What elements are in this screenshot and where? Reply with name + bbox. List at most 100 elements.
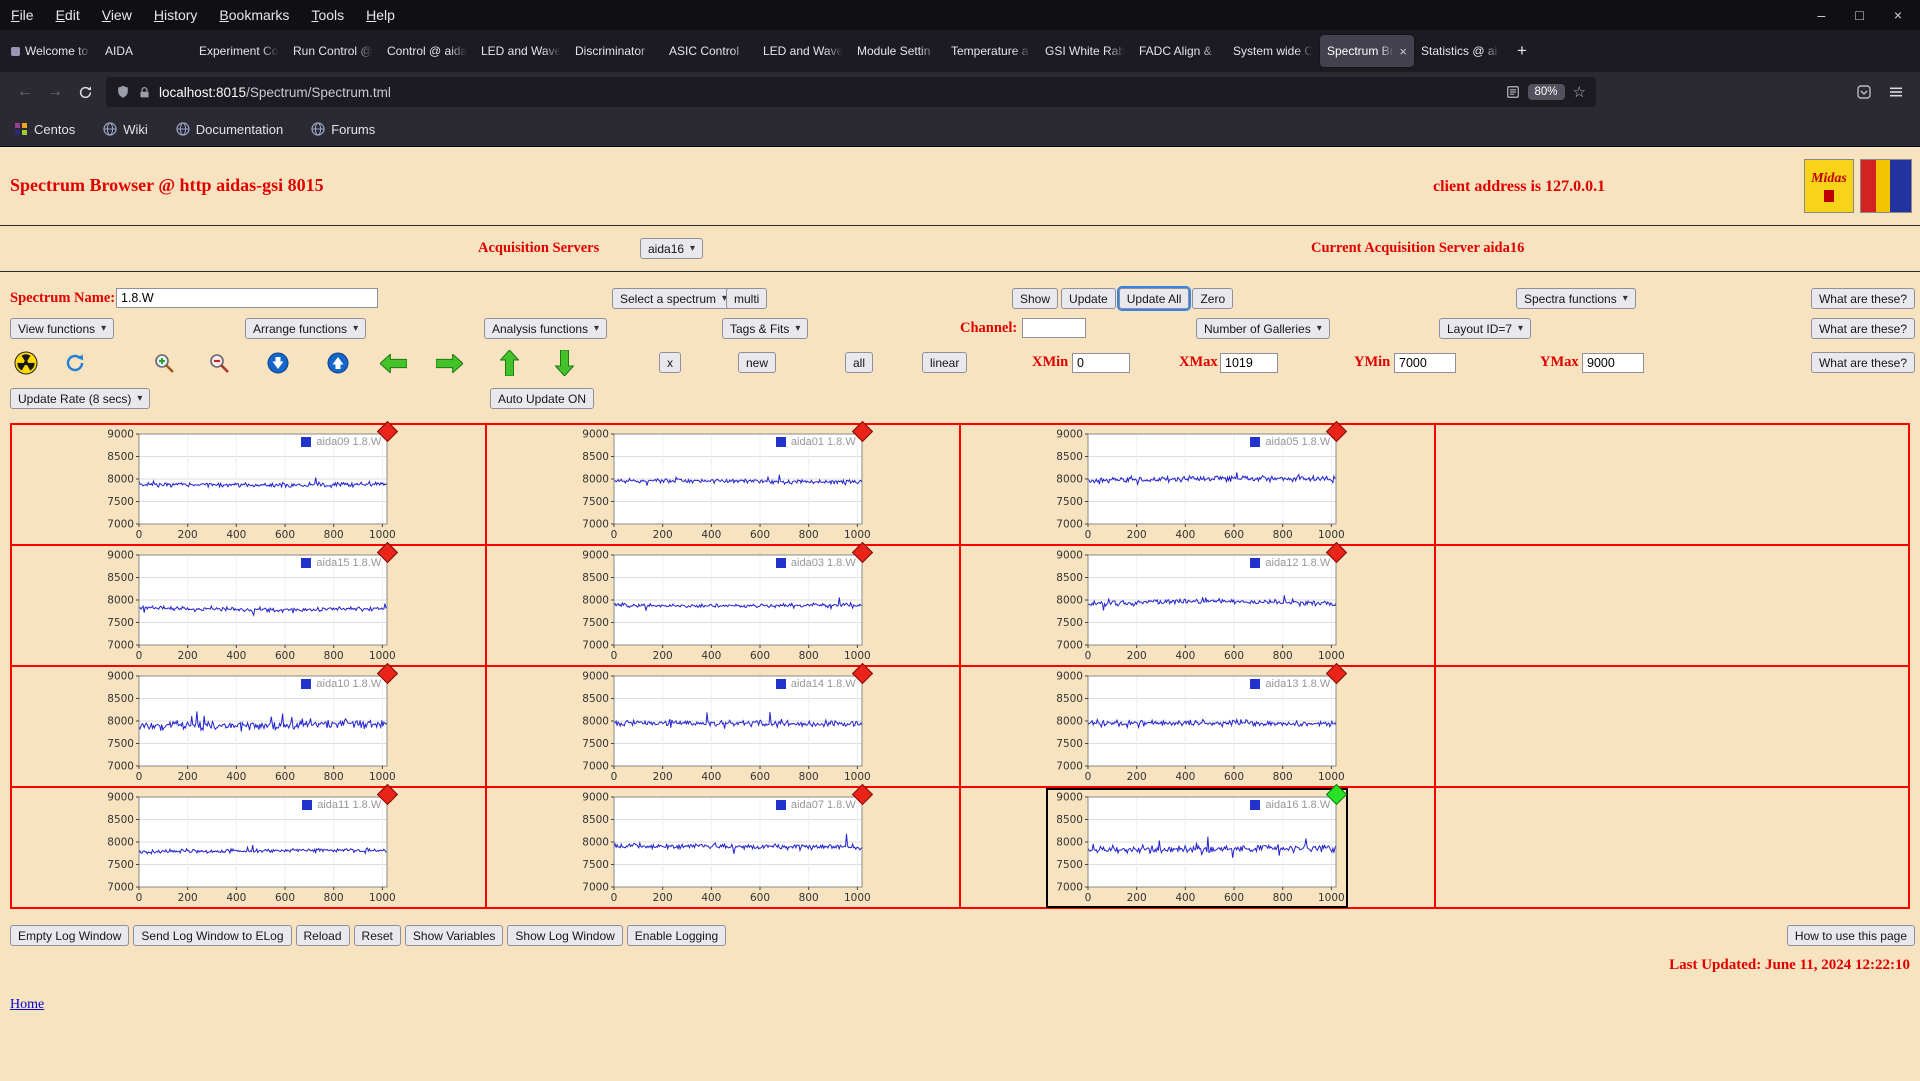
- menu-file[interactable]: File: [0, 3, 45, 27]
- bookmark-documentation[interactable]: Documentation: [176, 122, 283, 137]
- update-button[interactable]: Update: [1061, 288, 1116, 309]
- update-rate-dropdown[interactable]: Update Rate (8 secs) ▾: [10, 388, 151, 409]
- tab-statistics-ai[interactable]: Statistics @ ai: [1414, 35, 1508, 67]
- analysis-functions-dropdown[interactable]: Analysis functions ▾: [484, 318, 608, 339]
- bookmark-wiki[interactable]: Wiki: [103, 122, 148, 137]
- zoom-in-magnifier-icon[interactable]: [151, 350, 177, 376]
- bookmark-star-icon[interactable]: ☆: [1573, 83, 1586, 101]
- lock-icon[interactable]: [138, 86, 151, 99]
- hamburger-menu-icon[interactable]: [1888, 84, 1904, 100]
- tab-module-settin[interactable]: Module Settin: [850, 35, 944, 67]
- layout-id-dropdown[interactable]: Layout ID=7 ▾: [1439, 318, 1532, 339]
- spectrum-chart-aida13[interactable]: 7000 7500 8000 8500 9000 0 200 400 600 800 1000 aid…: [1048, 662, 1348, 785]
- menu-history[interactable]: History: [143, 3, 209, 27]
- tab-welcome-to-c[interactable]: Welcome to C: [4, 35, 98, 67]
- menu-view[interactable]: View: [91, 3, 143, 27]
- tab-aida[interactable]: AIDA: [98, 35, 192, 67]
- refresh-icon[interactable]: [62, 350, 88, 376]
- spectrum-chart-aida03[interactable]: 7000 7500 8000 8500 9000 0 200 400 600 800 1000 aid…: [574, 541, 873, 664]
- ymin-input[interactable]: [1394, 353, 1456, 373]
- acquisition-server-select[interactable]: aida16 ▾: [640, 238, 704, 259]
- arrange-functions-dropdown[interactable]: Arrange functions ▾: [245, 318, 367, 339]
- bookmark-forums[interactable]: Forums: [311, 122, 375, 137]
- circle-arrow-down-icon[interactable]: [265, 350, 291, 376]
- spectrum-chart-aida07[interactable]: 7000 7500 8000 8500 9000 0 200 400 600 800 1000 aid…: [574, 783, 873, 906]
- enable-logging-button[interactable]: Enable Logging: [626, 925, 727, 946]
- zero-button[interactable]: Zero: [1192, 288, 1234, 309]
- spectrum-cell-aida16[interactable]: 7000 7500 8000 8500 9000 0 200 400 600 800 1000 aid…: [960, 783, 1435, 908]
- spectrum-chart-aida12[interactable]: 7000 7500 8000 8500 9000 0 200 400 600 800 1000 aid…: [1048, 541, 1348, 664]
- how-to-use-button[interactable]: How to use this page: [1786, 925, 1915, 946]
- what-are-these-button-2[interactable]: What are these?: [1810, 318, 1915, 339]
- spectrum-chart-aida15[interactable]: 7000 7500 8000 8500 9000 0 200 400 600 800 1000 aid…: [99, 541, 399, 664]
- spectrum-cell-aida01[interactable]: 7000 7500 8000 8500 9000 0 200 400 600 800 1000 aid…: [485, 420, 960, 545]
- new-button[interactable]: new: [738, 352, 777, 373]
- tab-experiment-co[interactable]: Experiment Co: [192, 35, 286, 67]
- new-tab-button[interactable]: +: [1508, 37, 1536, 65]
- show-log-window-button[interactable]: Show Log Window: [507, 925, 623, 946]
- tab-run-control[interactable]: Run Control @: [286, 35, 380, 67]
- spectrum-chart-aida05[interactable]: 7000 7500 8000 8500 9000 0 200 400 600 800 1000 aid…: [1048, 420, 1348, 543]
- auto-update-button[interactable]: Auto Update ON: [490, 388, 595, 409]
- shield-icon[interactable]: [116, 85, 130, 99]
- update-all-button[interactable]: Update All: [1116, 286, 1192, 311]
- channel-input[interactable]: [1022, 318, 1086, 338]
- spectra-functions-dropdown[interactable]: Spectra functions ▾: [1516, 288, 1636, 309]
- radiation-icon[interactable]: [13, 350, 39, 376]
- circle-arrow-up-icon[interactable]: [325, 350, 351, 376]
- pan-down-arrow-icon[interactable]: [551, 350, 577, 376]
- show-variables-button[interactable]: Show Variables: [404, 925, 504, 946]
- spectrum-chart-aida10[interactable]: 7000 7500 8000 8500 9000 0 200 400 600 800 1000 aid…: [99, 662, 399, 785]
- reader-mode-icon[interactable]: [1506, 85, 1520, 99]
- tags-fits-dropdown[interactable]: Tags & Fits ▾: [722, 318, 809, 339]
- menu-help[interactable]: Help: [355, 3, 406, 27]
- all-button[interactable]: all: [845, 352, 874, 373]
- ymax-input[interactable]: [1582, 353, 1644, 373]
- tab-gsi-white-rab[interactable]: GSI White Rab: [1038, 35, 1132, 67]
- window-minimize-button[interactable]: –: [1818, 7, 1826, 23]
- back-button[interactable]: ←: [10, 78, 40, 106]
- spectrum-cell-aida09[interactable]: 7000 7500 8000 8500 9000 0 200 400 600 800 1000 aid…: [11, 420, 486, 545]
- reload-button[interactable]: Reload: [295, 925, 350, 946]
- window-maximize-button[interactable]: □: [1855, 7, 1863, 23]
- spectrum-cell-aida10[interactable]: 7000 7500 8000 8500 9000 0 200 400 600 800 1000 aid…: [11, 662, 486, 787]
- tab-temperature-a[interactable]: Temperature a: [944, 35, 1038, 67]
- pan-left-arrow-icon[interactable]: [378, 350, 408, 376]
- xmin-input[interactable]: [1072, 353, 1130, 373]
- x-button[interactable]: x: [659, 352, 681, 373]
- tab-discriminator[interactable]: Discriminator: [568, 35, 662, 67]
- tab-close-icon[interactable]: ×: [1399, 44, 1407, 59]
- window-close-button[interactable]: ×: [1894, 7, 1902, 23]
- midas-logo[interactable]: Midas: [1804, 159, 1854, 213]
- home-link[interactable]: Home: [10, 997, 44, 1013]
- menu-bookmarks[interactable]: Bookmarks: [208, 3, 300, 27]
- empty-log-window-button[interactable]: Empty Log Window: [10, 925, 130, 946]
- spectrum-chart-aida11[interactable]: 7000 7500 8000 8500 9000 0 200 400 600 800 1000 aid…: [99, 783, 399, 906]
- spectrum-cell-aida05[interactable]: 7000 7500 8000 8500 9000 0 200 400 600 800 1000 aid…: [960, 420, 1435, 545]
- spectrum-cell-aida12[interactable]: 7000 7500 8000 8500 9000 0 200 400 600 800 1000 aid…: [960, 541, 1435, 666]
- tab-led-and-wave[interactable]: LED and Wave: [474, 35, 568, 67]
- spectrum-name-input[interactable]: [116, 288, 378, 308]
- spectrum-cell-aida07[interactable]: 7000 7500 8000 8500 9000 0 200 400 600 800 1000 aid…: [485, 783, 960, 908]
- select-spectrum-dropdown[interactable]: Select a spectrum ▾: [612, 288, 736, 309]
- spectrum-chart-aida16[interactable]: 7000 7500 8000 8500 9000 0 200 400 600 800 1000 aid…: [1046, 783, 1349, 908]
- show-button[interactable]: Show: [1012, 288, 1059, 309]
- tab-system-wide-c[interactable]: System wide C: [1226, 35, 1320, 67]
- what-are-these-button-3[interactable]: What are these?: [1810, 352, 1915, 373]
- send-log-window-to-elog-button[interactable]: Send Log Window to ELog: [133, 925, 292, 946]
- spectrum-chart-aida14[interactable]: 7000 7500 8000 8500 9000 0 200 400 600 800 1000 aid…: [574, 662, 873, 785]
- spectrum-cell-aida14[interactable]: 7000 7500 8000 8500 9000 0 200 400 600 800 1000 aid…: [485, 662, 960, 787]
- menu-edit[interactable]: Edit: [45, 3, 91, 27]
- spectrum-chart-aida09[interactable]: 7000 7500 8000 8500 9000 0 200 400 600 800 1000 aid…: [99, 420, 399, 543]
- menu-tools[interactable]: Tools: [300, 3, 355, 27]
- pan-up-arrow-icon[interactable]: [496, 350, 522, 376]
- number-of-galleries-dropdown[interactable]: Number of Galleries ▾: [1196, 318, 1330, 339]
- view-functions-dropdown[interactable]: View functions ▾: [10, 318, 115, 339]
- spectrum-cell-aida13[interactable]: 7000 7500 8000 8500 9000 0 200 400 600 800 1000 aid…: [960, 662, 1435, 787]
- bookmark-centos[interactable]: Centos: [14, 122, 75, 137]
- pocket-icon[interactable]: [1856, 84, 1872, 100]
- partner-logo[interactable]: [1860, 159, 1912, 213]
- spectrum-cell-aida15[interactable]: 7000 7500 8000 8500 9000 0 200 400 600 800 1000 aid…: [11, 541, 486, 666]
- reload-button[interactable]: [70, 78, 100, 106]
- url-bar[interactable]: localhost:8015/Spectrum/Spectrum.tml 80%…: [106, 77, 1596, 107]
